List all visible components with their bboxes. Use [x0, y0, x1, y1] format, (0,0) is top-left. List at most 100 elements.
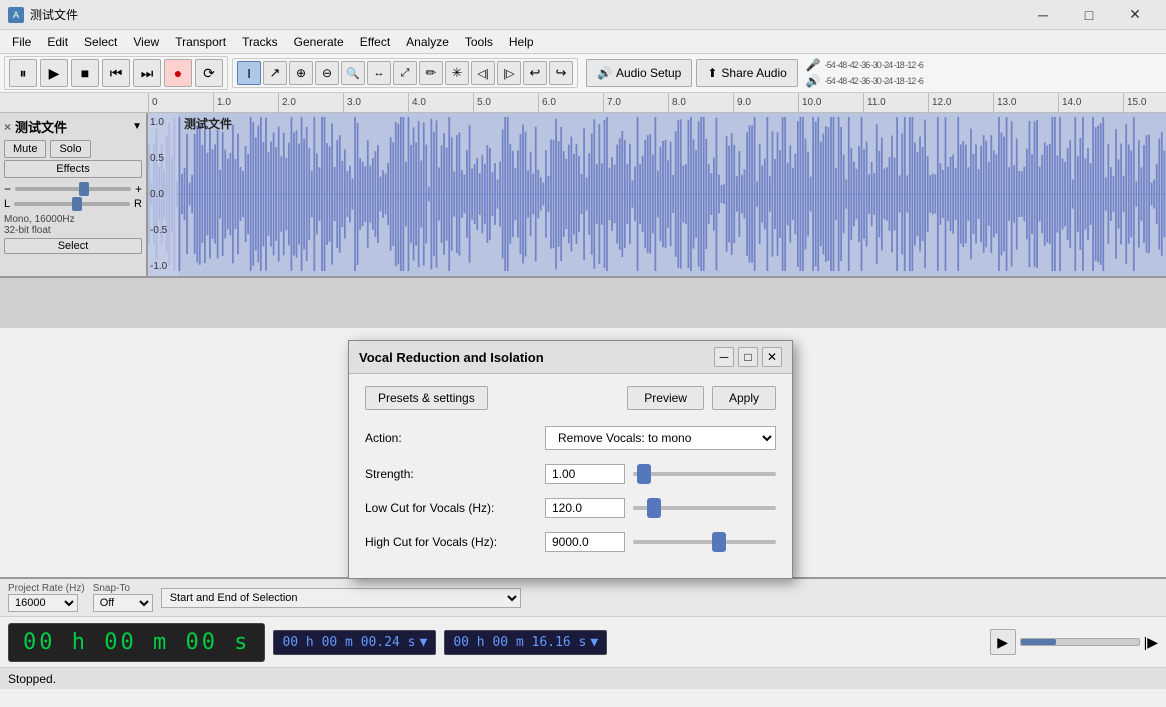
envelope-tool[interactable]: ↗ — [263, 61, 287, 85]
ruler-mark-0: 0 — [148, 93, 213, 113]
menu-edit[interactable]: Edit — [39, 33, 76, 51]
trim-left-tool[interactable]: ◁| — [471, 61, 495, 85]
track-controls: × 测试文件 ▼ Mute Solo Effects − + L R Mono,… — [0, 113, 148, 276]
next-button[interactable]: ⏭ — [133, 59, 161, 87]
start-time-value: 00 h 00 m 00.24 s — [282, 635, 415, 650]
strength-slider-track — [633, 472, 776, 476]
loop-button[interactable]: ⟳ — [195, 59, 223, 87]
minimize-button[interactable]: ─ — [1020, 0, 1066, 30]
select-tool[interactable]: I — [237, 61, 261, 85]
action-label: Action: — [365, 431, 545, 445]
apply-button[interactable]: Apply — [712, 386, 776, 410]
solo-button[interactable]: Solo — [50, 140, 90, 158]
status-text: Stopped. — [8, 672, 56, 686]
preview-button[interactable]: Preview — [627, 386, 704, 410]
high-cut-slider-track — [633, 540, 776, 544]
menu-file[interactable]: File — [4, 33, 39, 51]
maximize-button[interactable]: □ — [1066, 0, 1112, 30]
high-cut-slider-wrap — [633, 532, 776, 552]
main-time-display: 00 h 00 m 00 s — [8, 623, 265, 662]
strength-slider-thumb[interactable] — [637, 464, 651, 484]
snap-to-select[interactable]: Off — [93, 594, 153, 612]
high-cut-slider-thumb[interactable] — [712, 532, 726, 552]
menu-transport[interactable]: Transport — [167, 33, 234, 51]
effects-button[interactable]: Effects — [4, 160, 142, 178]
gain-minus-button[interactable]: − — [4, 182, 11, 196]
bottom-play-button[interactable]: ▶ — [990, 629, 1016, 655]
gain-slider[interactable] — [15, 187, 131, 191]
zoom-sel-tool[interactable]: 🔍 — [341, 61, 365, 85]
bottom-time-row: 00 h 00 m 00 s 00 h 00 m 00.24 s ▼ 00 h … — [0, 617, 1166, 667]
y-label-1: 1.0 — [150, 117, 176, 128]
track-expand-button[interactable]: ▼ — [132, 121, 142, 132]
menu-tools[interactable]: Tools — [457, 33, 501, 51]
multi-tool[interactable]: ✳ — [445, 61, 469, 85]
selection-type-select[interactable]: Start and End of Selection — [161, 588, 521, 608]
audio-setup-button[interactable]: 🔊 Audio Setup — [586, 59, 692, 87]
low-cut-slider-track — [633, 506, 776, 510]
track-close-button[interactable]: × — [4, 120, 11, 134]
end-time-dropdown[interactable]: ▼ — [590, 635, 598, 650]
pan-slider[interactable] — [14, 202, 130, 206]
strength-input[interactable] — [545, 464, 625, 484]
zoom-in-tool[interactable]: ⊕ — [289, 61, 313, 85]
menu-tracks[interactable]: Tracks — [234, 33, 286, 51]
dialog-title: Vocal Reduction and Isolation — [359, 350, 544, 365]
y-label-m05: -0.5 — [150, 225, 176, 236]
gain-plus-button[interactable]: + — [135, 182, 142, 196]
menu-effect[interactable]: Effect — [352, 33, 398, 51]
trim-right-tool[interactable]: |▷ — [497, 61, 521, 85]
vu-output-scale: -54 -48 -42 -36 -30 -24 -18 -12 -6 — [823, 76, 925, 86]
dialog-minimize-button[interactable]: ─ — [714, 347, 734, 367]
playback-progress-bar[interactable] — [1020, 638, 1140, 646]
redo-tool[interactable]: ↪ — [549, 61, 573, 85]
ruler-mark-7: 7.0 — [603, 93, 668, 113]
low-cut-input[interactable] — [545, 498, 625, 518]
zoom-fit-tool[interactable]: ↔ — [367, 61, 391, 85]
zoom-out-tool[interactable]: ⊖ — [315, 61, 339, 85]
undo-tool[interactable]: ↩ — [523, 61, 547, 85]
presets-settings-button[interactable]: Presets & settings — [365, 386, 488, 410]
close-button[interactable]: ✕ — [1112, 0, 1158, 30]
playback-end-icon: |▶ — [1144, 634, 1158, 651]
stop-button[interactable]: ■ — [71, 59, 99, 87]
project-rate-label: Project Rate (Hz) — [8, 583, 85, 594]
snap-to-group: Snap-To Off — [93, 583, 153, 612]
low-cut-slider-wrap — [633, 498, 776, 518]
ruler-mark-8: 8.0 — [668, 93, 733, 113]
ruler-mark-4: 4.0 — [408, 93, 473, 113]
play-button[interactable]: ▶ — [40, 59, 68, 87]
menu-select[interactable]: Select — [76, 33, 125, 51]
mute-button[interactable]: Mute — [4, 140, 46, 158]
dialog-maximize-button[interactable]: □ — [738, 347, 758, 367]
ruler-mark-2: 2.0 — [278, 93, 343, 113]
bottom-controls-row: Project Rate (Hz) 16000 Snap-To Off Star… — [0, 579, 1166, 617]
track-header: × 测试文件 ▼ — [4, 117, 142, 136]
track-info-bits: 32-bit float — [4, 225, 142, 236]
pause-button[interactable]: ⏸ — [9, 59, 37, 87]
dialog-close-button[interactable]: ✕ — [762, 347, 782, 367]
project-rate-select[interactable]: 16000 — [8, 594, 78, 612]
action-select-wrap: Remove Vocals: to mono Isolate Vocals: t… — [545, 426, 776, 450]
prev-button[interactable]: ⏮ — [102, 59, 130, 87]
track-area: × 测试文件 ▼ Mute Solo Effects − + L R Mono,… — [0, 113, 1166, 278]
bottom-bar: Project Rate (Hz) 16000 Snap-To Off Star… — [0, 577, 1166, 707]
y-axis: 1.0 0.5 0.0 -0.5 -1.0 — [148, 113, 178, 276]
zoom-max-tool[interactable]: ⤢ — [393, 61, 417, 85]
menu-help[interactable]: Help — [501, 33, 542, 51]
transport-toolbar: ⏸ ▶ ■ ⏮ ⏭ ● ⟳ — [4, 56, 228, 90]
draw-tool[interactable]: ✏ — [419, 61, 443, 85]
record-button[interactable]: ● — [164, 59, 192, 87]
track-name: 测试文件 — [15, 117, 128, 136]
high-cut-input[interactable] — [545, 532, 625, 552]
action-select[interactable]: Remove Vocals: to mono Isolate Vocals: t… — [545, 426, 776, 450]
select-track-button[interactable]: Select — [4, 238, 142, 254]
status-bar: Stopped. — [0, 667, 1166, 689]
menu-view[interactable]: View — [125, 33, 167, 51]
menu-analyze[interactable]: Analyze — [398, 33, 457, 51]
menubar: File Edit Select View Transport Tracks G… — [0, 30, 1166, 54]
share-audio-button[interactable]: ⬆ Share Audio — [696, 59, 797, 87]
menu-generate[interactable]: Generate — [286, 33, 352, 51]
low-cut-slider-thumb[interactable] — [647, 498, 661, 518]
start-time-dropdown[interactable]: ▼ — [420, 635, 428, 650]
